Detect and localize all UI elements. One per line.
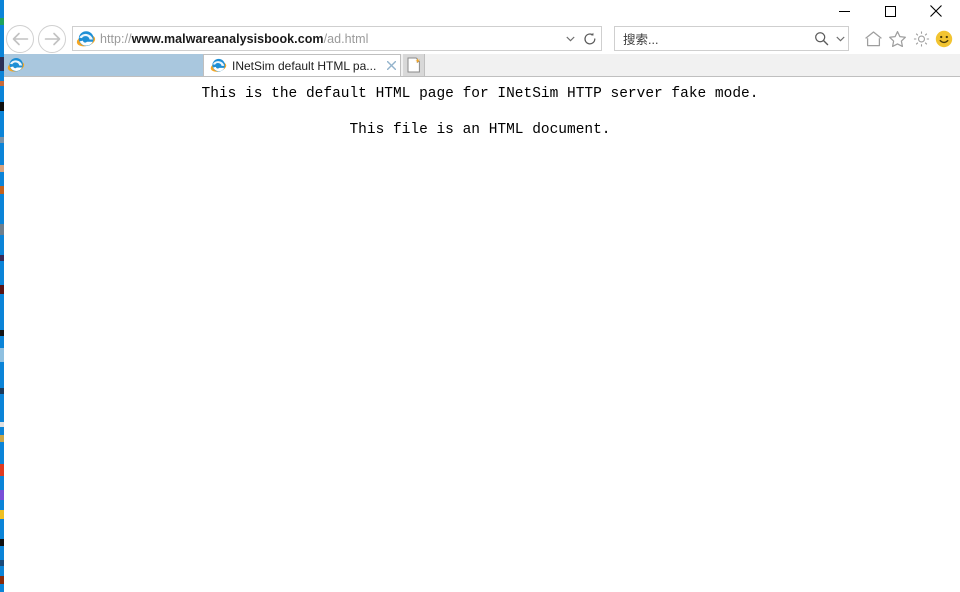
internet-explorer-icon bbox=[7, 57, 25, 72]
smiley-glyph bbox=[935, 30, 952, 47]
edge-strip-segment bbox=[0, 500, 4, 510]
edge-strip-segment bbox=[0, 235, 4, 255]
refresh-icon bbox=[584, 32, 596, 44]
background-window-edge-strip bbox=[0, 0, 4, 592]
gear-glyph bbox=[913, 30, 930, 47]
edge-strip-segment bbox=[0, 186, 4, 194]
navigation-toolbar: http://www.malwareanalysisbook.com/ad.ht… bbox=[0, 22, 960, 54]
edge-strip-segment bbox=[0, 546, 4, 560]
address-url-text: http://www.malwareanalysisbook.com/ad.ht… bbox=[100, 31, 369, 46]
edge-strip-segment bbox=[0, 71, 4, 81]
close-x-glyph bbox=[386, 61, 396, 70]
new-tab-button[interactable] bbox=[403, 54, 425, 76]
edge-strip-segment bbox=[0, 490, 4, 500]
page-text-line-1: This is the default HTML page for INetSi… bbox=[201, 86, 759, 102]
edge-strip-segment bbox=[0, 194, 4, 224]
edge-strip-segment bbox=[0, 86, 4, 102]
edge-strip-segment bbox=[0, 362, 4, 388]
edge-strip-segment bbox=[0, 394, 4, 422]
edge-strip-segment bbox=[0, 476, 4, 490]
browser-window: http://www.malwareanalysisbook.com/ad.ht… bbox=[0, 0, 960, 592]
address-host: www.malwareanalysisbook.com bbox=[131, 31, 324, 46]
address-dropdown-button[interactable] bbox=[561, 27, 579, 50]
close-button[interactable] bbox=[913, 0, 959, 22]
title-bar bbox=[0, 0, 960, 22]
smiley-feedback-icon[interactable] bbox=[932, 27, 955, 50]
edge-strip-segment bbox=[0, 0, 4, 18]
page-text-line-2: This file is an HTML document. bbox=[349, 122, 611, 138]
new-tab-icon bbox=[407, 57, 420, 73]
chevron-down-icon bbox=[565, 36, 575, 42]
forward-arrow-icon bbox=[44, 32, 60, 46]
edge-strip-segment bbox=[0, 111, 4, 137]
tab-inetsim-default-html-page[interactable]: INetSim default HTML pa... bbox=[203, 54, 401, 76]
back-arrow-icon bbox=[12, 32, 28, 46]
forward-button[interactable] bbox=[38, 25, 66, 53]
maximize-button[interactable] bbox=[867, 0, 913, 22]
internet-explorer-icon bbox=[210, 58, 227, 72]
edge-strip-segment bbox=[0, 435, 4, 442]
edge-strip-segment bbox=[0, 25, 4, 57]
search-box[interactable]: 搜索... bbox=[614, 26, 849, 51]
settings-gear-icon[interactable] bbox=[910, 27, 933, 50]
home-icon[interactable] bbox=[862, 27, 885, 50]
edge-strip-segment bbox=[0, 261, 4, 285]
favorites-star-icon[interactable] bbox=[886, 27, 909, 50]
edge-strip-segment bbox=[0, 510, 4, 519]
minimize-icon bbox=[838, 10, 850, 12]
edge-strip-segment bbox=[0, 143, 4, 165]
edge-strip-segment bbox=[0, 539, 4, 546]
tab-strip-inactive-area[interactable] bbox=[0, 54, 203, 76]
edge-strip-segment bbox=[0, 102, 4, 111]
edge-strip-segment bbox=[0, 464, 4, 476]
close-icon bbox=[930, 5, 942, 17]
edge-strip-segment bbox=[0, 224, 4, 235]
maximize-icon bbox=[884, 5, 896, 17]
home-glyph bbox=[865, 30, 882, 46]
edge-strip-segment bbox=[0, 165, 4, 172]
refresh-button[interactable] bbox=[579, 27, 601, 50]
search-icon[interactable] bbox=[810, 27, 832, 50]
search-dropdown-button[interactable] bbox=[832, 27, 848, 50]
edge-strip-segment bbox=[0, 336, 4, 348]
internet-explorer-icon bbox=[76, 30, 96, 46]
edge-strip-segment bbox=[0, 348, 4, 362]
address-bar[interactable]: http://www.malwareanalysisbook.com/ad.ht… bbox=[72, 26, 602, 51]
edge-strip-segment bbox=[0, 566, 4, 576]
page-viewport: This is the default HTML page for INetSi… bbox=[0, 77, 960, 592]
chevron-down-icon bbox=[835, 36, 845, 42]
magnifier-glyph bbox=[814, 32, 828, 46]
tab-close-icon[interactable] bbox=[382, 56, 400, 76]
edge-strip-segment bbox=[0, 18, 4, 25]
edge-strip-segment bbox=[0, 285, 4, 294]
edge-strip-segment bbox=[0, 57, 4, 71]
search-input[interactable]: 搜索... bbox=[615, 29, 810, 48]
star-glyph bbox=[889, 30, 906, 47]
edge-strip-segment bbox=[0, 294, 4, 330]
edge-strip-segment bbox=[0, 172, 4, 186]
edge-strip-segment bbox=[0, 427, 4, 435]
back-button[interactable] bbox=[6, 25, 34, 53]
edge-strip-segment bbox=[0, 576, 4, 584]
tab-strip: INetSim default HTML pa... bbox=[0, 54, 960, 77]
edge-strip-segment bbox=[0, 519, 4, 539]
edge-strip-segment bbox=[0, 584, 4, 592]
minimize-button[interactable] bbox=[821, 0, 867, 22]
tab-title: INetSim default HTML pa... bbox=[232, 58, 377, 73]
edge-strip-segment bbox=[0, 442, 4, 464]
